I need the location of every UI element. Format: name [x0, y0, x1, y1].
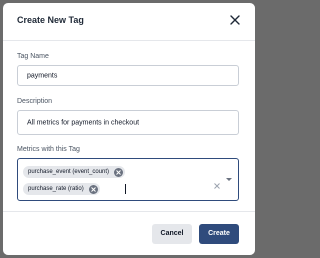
metrics-label: Metrics with this Tag	[17, 146, 80, 153]
chevron-down-icon[interactable]	[226, 178, 232, 181]
metric-chip: purchase_event (event_count)	[23, 166, 126, 178]
text-cursor	[125, 184, 126, 194]
description-label: Description	[17, 98, 53, 105]
clear-icon[interactable]	[214, 176, 220, 189]
dialog-header: Create New Tag	[3, 3, 255, 41]
tag-name-label: Tag Name	[17, 53, 49, 60]
tag-name-value: payments	[27, 72, 58, 79]
create-tag-dialog: Create New Tag Tag Name payments Descrip…	[3, 3, 255, 255]
description-input[interactable]: All metrics for payments in checkout	[17, 110, 239, 135]
metric-chip-label: purchase_event (event_count)	[28, 169, 110, 175]
dialog-footer: Cancel Create	[3, 211, 255, 255]
metric-chip: purchase_rate (ratio)	[23, 183, 100, 195]
remove-chip-icon[interactable]	[114, 167, 124, 177]
create-button[interactable]: Create	[199, 224, 239, 244]
metric-chip-label: purchase_rate (ratio)	[28, 186, 84, 192]
description-value: All metrics for payments in checkout	[27, 119, 140, 126]
cancel-button[interactable]: Cancel	[152, 224, 192, 244]
close-icon[interactable]	[229, 14, 241, 26]
tag-name-input[interactable]: payments	[17, 65, 239, 86]
remove-chip-icon[interactable]	[88, 184, 98, 194]
metrics-multiselect[interactable]: purchase_event (event_count) purchase_ra…	[17, 158, 239, 201]
dialog-title: Create New Tag	[17, 15, 84, 25]
